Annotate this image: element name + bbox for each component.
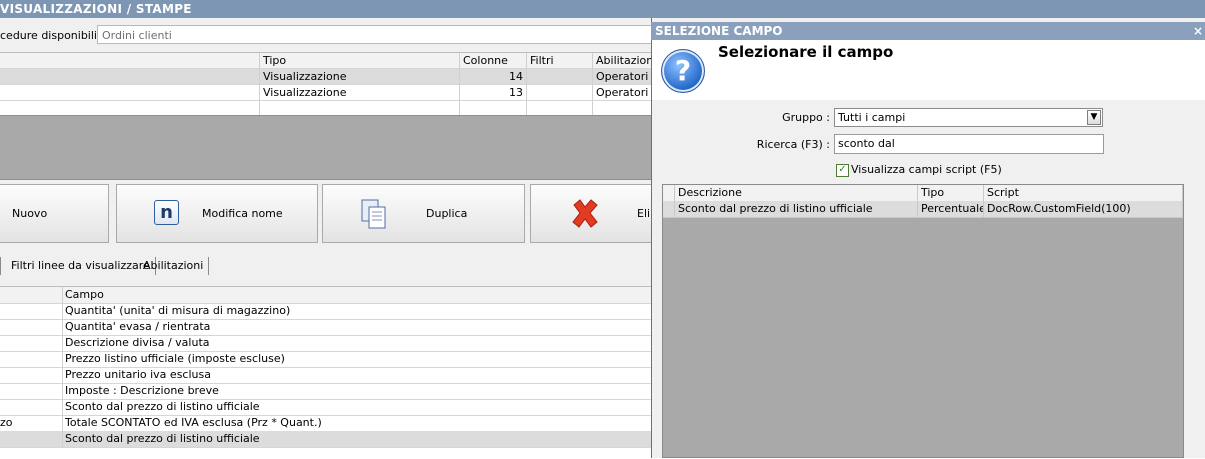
cell-campo: Prezzo listino ufficiale (imposte esclus… [65,352,285,365]
fields-grid-header: Descrizione Tipo Script [663,185,1183,202]
window-title: VISUALIZZAZIONI / STAMPE [0,0,1205,18]
table-row[interactable]: Prezzo listino ufficiale (imposte esclus… [0,351,652,368]
cell-empty [460,101,527,116]
header-descrizione[interactable]: Descrizione [675,185,918,201]
tab-permissions[interactable]: Abilitazioni [138,257,210,275]
duplicate-button[interactable]: Duplica [322,184,525,243]
table-row[interactable]: Imposte : Descrizione breve [0,383,652,400]
table-row[interactable]: Quantita' evasa / rientrata [0,319,652,336]
rename-button-label: Modifica nome [202,207,283,220]
rename-button[interactable]: n Modifica nome [116,184,318,243]
cell-left [0,335,63,351]
cell-tipo: Percentuale [918,201,984,217]
table-row-selected[interactable]: Sconto dal prezzo di listino ufficiale P… [663,201,1183,218]
new-button[interactable]: Nuovo [0,184,109,243]
cell-left [0,367,63,383]
cell-empty [260,101,460,116]
cell-left [0,319,63,335]
header-campo[interactable]: Campo [65,287,104,303]
table-row[interactable]: Quantita' (unita' di misura di magazzino… [0,303,652,320]
table-row[interactable]: Visualizzazione 14 Operatori [0,69,652,85]
header-cell-blank [0,53,260,68]
views-grid-header: Tipo Colonne Filtri Abilitazioni [0,53,652,69]
delete-button[interactable]: Elir [530,184,660,243]
tab-row-filters[interactable]: Filtri linee da visualizzare [6,257,156,275]
views-grid[interactable]: Tipo Colonne Filtri Abilitazioni Visuali… [0,52,652,117]
procedures-label: cedure disponibili : [0,29,105,42]
cell-campo: Quantita' (unita' di misura di magazzino… [65,304,291,317]
cell-colonne: 13 [460,85,527,100]
cell-left [0,431,63,447]
cell-left: zo [0,415,63,431]
header-colonne[interactable]: Colonne [460,53,527,68]
header-tipo[interactable]: Tipo [260,53,460,68]
tab-separator [0,257,1,275]
search-input[interactable]: sconto dal [834,134,1104,154]
duplicate-icon [359,198,389,230]
cell-campo: Sconto dal prezzo di listino ufficiale [65,432,260,445]
columns-grid-header: Campo [0,287,652,304]
table-row[interactable]: Prezzo unitario iva esclusa [0,367,652,384]
fields-grid[interactable]: Descrizione Tipo Script Sconto dal prezz… [662,184,1184,458]
header-abilitazioni[interactable]: Abilitazioni [593,53,652,68]
chevron-down-icon[interactable]: ▼ [1087,110,1101,125]
rename-icon: n [154,200,179,225]
header-filtri[interactable]: Filtri [527,53,593,68]
dialog-heading: Selezionare il campo [718,43,894,61]
header-tipo[interactable]: Tipo [918,185,984,201]
new-button-label: Nuovo [12,207,48,220]
table-row[interactable]: Descrizione divisa / valuta [0,335,652,352]
cell-campo: Prezzo unitario iva esclusa [65,368,211,381]
columns-grid[interactable]: Campo Quantita' (unita' di misura di mag… [0,286,652,459]
cell-colonne: 14 [460,69,527,84]
cell-abilitazioni: Operatori [593,69,652,84]
cell-left [0,303,63,319]
row-indicator [663,201,675,217]
cell-empty [527,101,593,116]
script-fields-checkbox[interactable]: ✓ [836,164,849,177]
cell-script: DocRow.CustomField(100) [984,201,1183,217]
table-row[interactable]: Visualizzazione 13 Operatori [0,85,652,101]
table-row[interactable]: Sconto dal prezzo di listino ufficiale [0,399,652,416]
grid-empty-area [0,115,652,180]
cell-name [0,69,260,84]
cell-tipo: Visualizzazione [260,69,460,84]
cell-descrizione: Sconto dal prezzo di listino ufficiale [675,201,918,217]
cell-left [0,351,63,367]
cell-campo: Totale SCONTATO ed IVA esclusa (Prz * Qu… [65,416,322,429]
search-label: Ricerca (F3) : [756,138,830,151]
question-icon: ? [661,49,705,93]
procedures-select[interactable]: Ordini clienti [97,25,657,44]
group-label: Gruppo : [782,111,830,124]
cell-campo: Descrizione divisa / valuta [65,336,210,349]
script-fields-label[interactable]: Visualizza campi script (F5) [851,163,1002,176]
delete-x-icon [569,197,601,229]
cell-campo: Quantita' evasa / rientrata [65,320,211,333]
cell-campo: Imposte : Descrizione breve [65,384,219,397]
table-row-selected[interactable]: Sconto dal prezzo di listino ufficiale [0,431,652,448]
header-cell-blank [663,185,675,201]
table-row[interactable]: zo Totale SCONTATO ed IVA esclusa (Prz *… [0,415,652,432]
cell-empty [0,101,260,116]
header-cell-blank [0,287,63,303]
cell-filtri [527,69,593,84]
dialog-title: SELEZIONE CAMPO [651,22,1205,40]
cell-left [0,383,63,399]
cell-abilitazioni: Operatori [593,85,652,100]
cell-campo: Sconto dal prezzo di listino ufficiale [65,400,260,413]
cell-name [0,85,260,100]
group-select-value: Tutti i campi [838,111,906,124]
header-script[interactable]: Script [984,185,1183,201]
cell-filtri [527,85,593,100]
duplicate-button-label: Duplica [426,207,468,220]
cell-left [0,399,63,415]
cell-tipo: Visualizzazione [260,85,460,100]
close-icon[interactable]: × [1193,24,1203,38]
group-select[interactable]: Tutti i campi ▼ [834,108,1103,127]
